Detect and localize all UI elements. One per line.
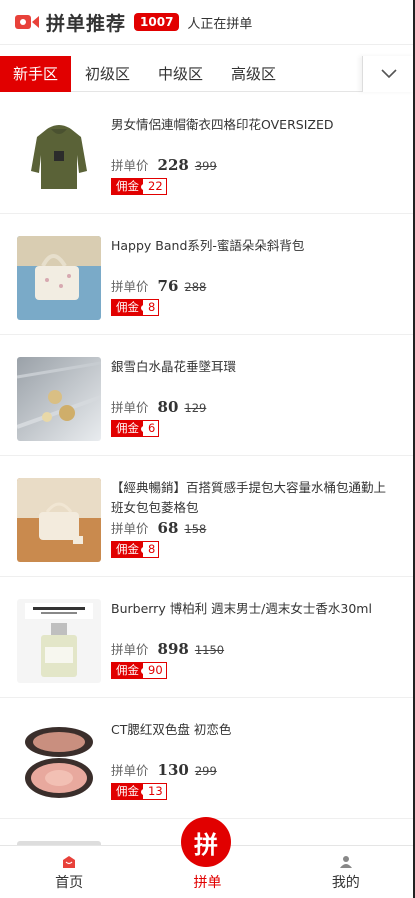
level-tabs: 新手区 初级区 中级区 高级区 bbox=[0, 55, 415, 92]
nav-home[interactable]: 首页 bbox=[0, 846, 138, 898]
tabs-expand-button[interactable] bbox=[362, 56, 415, 92]
product-image-hoodie bbox=[17, 115, 101, 199]
group-price: 80 bbox=[157, 398, 179, 416]
commission-label: 佣金 bbox=[112, 179, 147, 194]
product-image-perfume bbox=[17, 599, 101, 683]
product-name: 【經典暢銷】百搭質感手提包大容量水桶包通勤上班女包包菱格包 bbox=[111, 480, 387, 515]
original-price: 129 bbox=[184, 401, 207, 415]
price-label: 拼单价 bbox=[111, 158, 149, 173]
page-header: 拼单推荐 1007 人正在拼单 bbox=[0, 0, 415, 45]
nav-mine-label: 我的 bbox=[331, 875, 360, 891]
price-label: 拼单价 bbox=[111, 400, 149, 415]
group-price: 76 bbox=[157, 277, 179, 295]
commission-label: 佣金 bbox=[112, 542, 147, 557]
group-price: 68 bbox=[157, 519, 179, 537]
group-order-button[interactable]: 拼 bbox=[181, 817, 231, 867]
list-item[interactable]: 男女情侶連帽衛衣四格印花OVERSIZED 拼单价 228 399 佣金 22 bbox=[0, 93, 415, 214]
commission-badge: 佣金 90 bbox=[111, 662, 167, 679]
list-item[interactable]: CT腮红双色盘 初恋色 拼单价 130 299 佣金 13 bbox=[0, 698, 415, 819]
product-list: 男女情侶連帽衛衣四格印花OVERSIZED 拼单价 228 399 佣金 22 bbox=[0, 93, 415, 845]
nav-mine[interactable]: 我的 bbox=[277, 846, 415, 898]
commission-label: 佣金 bbox=[112, 300, 147, 315]
product-name: Happy Band系列-蜜語朵朵斜背包 bbox=[111, 238, 305, 253]
tab-advanced[interactable]: 高级区 bbox=[217, 56, 290, 92]
price-label: 拼单价 bbox=[111, 279, 149, 294]
product-image-blush bbox=[17, 720, 101, 804]
page-title: 拼单推荐 bbox=[46, 12, 127, 35]
original-price: 1150 bbox=[194, 643, 225, 657]
commission-label: 佣金 bbox=[112, 663, 147, 678]
product-image-handbag bbox=[17, 478, 101, 562]
active-count-badge: 1007 bbox=[134, 13, 180, 31]
group-price: 130 bbox=[157, 761, 189, 779]
user-icon bbox=[339, 856, 352, 868]
list-item[interactable]: Happy Band系列-蜜語朵朵斜背包 拼单价 76 288 佣金 8 bbox=[0, 214, 415, 335]
price-label: 拼单价 bbox=[111, 763, 149, 778]
commission-badge: 佣金 8 bbox=[111, 541, 160, 558]
commission-badge: 佣金 6 bbox=[111, 420, 160, 437]
video-icon bbox=[15, 15, 39, 29]
product-name: Burberry 博柏利 週末男士/週末女士香水30ml bbox=[111, 601, 372, 616]
list-item[interactable]: 【經典暢銷】百搭質感手提包大容量水桶包通勤上班女包包菱格包 拼单价 68 158… bbox=[0, 456, 415, 577]
price-label: 拼单价 bbox=[111, 642, 149, 657]
commission-badge: 佣金 8 bbox=[111, 299, 160, 316]
chevron-down-icon bbox=[381, 69, 397, 79]
product-name: CT腮红双色盘 初恋色 bbox=[111, 722, 232, 737]
original-price: 158 bbox=[184, 522, 207, 536]
original-price: 399 bbox=[194, 159, 217, 173]
commission-badge: 佣金 13 bbox=[111, 783, 167, 800]
active-count-suffix: 人正在拼单 bbox=[187, 16, 253, 32]
commission-label: 佣金 bbox=[112, 421, 147, 436]
group-price: 228 bbox=[157, 156, 189, 174]
original-price: 299 bbox=[194, 764, 217, 778]
original-price: 288 bbox=[184, 280, 207, 294]
product-image-bag bbox=[17, 236, 101, 320]
product-image-earrings bbox=[17, 357, 101, 441]
home-icon bbox=[63, 856, 76, 868]
product-name: 男女情侶連帽衛衣四格印花OVERSIZED bbox=[111, 117, 334, 132]
commission-badge: 佣金 22 bbox=[111, 178, 167, 195]
tab-beginner[interactable]: 新手区 bbox=[0, 55, 71, 92]
list-item[interactable]: Burberry 博柏利 週末男士/週末女士香水30ml 拼单价 898 115… bbox=[0, 577, 415, 698]
product-name: 銀雪白水晶花垂墜耳環 bbox=[111, 359, 237, 374]
list-item[interactable]: 銀雪白水晶花垂墜耳環 拼单价 80 129 佣金 6 bbox=[0, 335, 415, 456]
tab-intermediate[interactable]: 中级区 bbox=[144, 56, 217, 92]
tab-junior[interactable]: 初级区 bbox=[71, 56, 144, 92]
nav-group-label: 拼单 bbox=[193, 875, 222, 891]
group-order-glyph: 拼 bbox=[194, 830, 218, 859]
nav-home-label: 首页 bbox=[55, 875, 84, 891]
group-price: 898 bbox=[157, 640, 189, 658]
price-label: 拼单价 bbox=[111, 521, 149, 536]
commission-label: 佣金 bbox=[112, 784, 147, 799]
